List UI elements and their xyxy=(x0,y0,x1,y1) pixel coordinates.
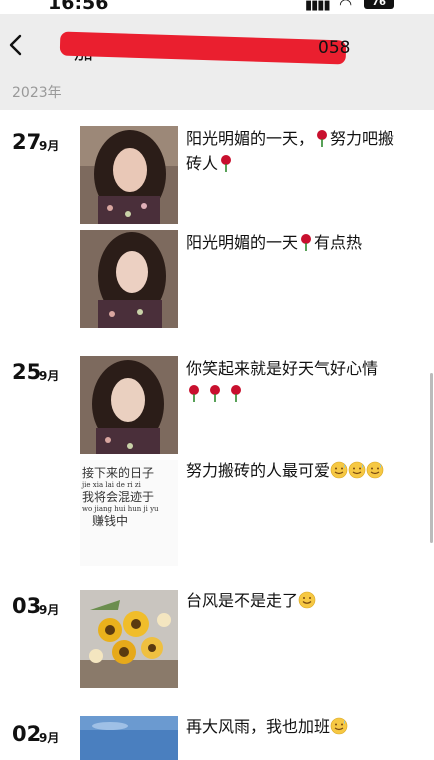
image-line: 我将会混迹于 xyxy=(82,490,155,504)
post-day: 25 xyxy=(12,360,42,384)
post-photo[interactable] xyxy=(80,590,178,688)
post-month: 9月 xyxy=(39,603,60,617)
post-text: 努力搬砖的人最可爱 xyxy=(186,458,410,483)
post-text-part: 有点热 xyxy=(314,233,363,252)
rose-emoji-icon xyxy=(231,385,242,402)
sweat-smile-emoji-icon xyxy=(348,461,366,479)
post-text-image[interactable]: 接下来的日子 jie xia lai de ri zi 我将会混迹于 wo ji… xyxy=(80,460,178,566)
post-day: 27 xyxy=(12,130,42,154)
post-month: 9月 xyxy=(39,369,60,383)
nav-bar: 加 058 xyxy=(0,14,434,72)
battery-icon: 76 xyxy=(364,0,394,9)
post-text: 台风是不是走了 xyxy=(186,588,410,613)
post-day: 03 xyxy=(12,594,42,618)
sweat-smile-emoji-icon xyxy=(366,461,384,479)
post-month: 9月 xyxy=(39,731,60,745)
post-text-part: 阳光明媚的一天 xyxy=(186,233,299,252)
post-text-part: 你笑起来就是好天气好心情 xyxy=(186,359,379,378)
sweat-smile-emoji-icon xyxy=(330,717,348,735)
redaction-mark xyxy=(59,31,347,65)
post-day: 02 xyxy=(12,722,42,746)
status-time: 16:56 xyxy=(48,0,109,14)
post-text: 再大风雨，我也加班 xyxy=(186,714,410,739)
sweat-smile-emoji-icon xyxy=(330,461,348,479)
rose-emoji-icon xyxy=(189,385,199,402)
rose-emoji-icon xyxy=(301,234,312,251)
wifi-icon: ◠ xyxy=(339,0,353,13)
post-month: 9月 xyxy=(39,139,60,153)
post-text: 阳光明媚的一天 有点热 xyxy=(186,230,410,255)
post-text: 阳光明媚的一天， 努力吧搬砖人 xyxy=(186,126,410,176)
post-text-part: 努力搬砖的人最可爱 xyxy=(186,461,331,480)
post-photo[interactable] xyxy=(80,126,178,224)
post-text: 你笑起来就是好天气好心情 xyxy=(186,356,410,406)
status-bar: 16:56 ▮▮▮▮ ◠ 76 xyxy=(0,0,434,14)
image-line: 赚钱中 xyxy=(92,514,129,528)
image-line: jie xia lai de ri zi xyxy=(82,481,141,489)
post-text-part: 再大风雨，我也加班 xyxy=(186,717,331,736)
post-text-part: 阳光明媚的一天， xyxy=(186,129,315,148)
post-text-part: 台风是不是走了 xyxy=(186,591,299,610)
year-header: 2023年 xyxy=(0,72,434,110)
smile-emoji-icon xyxy=(298,591,316,609)
rose-emoji-icon xyxy=(317,130,328,147)
nav-title-suffix: 058 xyxy=(318,38,351,58)
post-photo[interactable] xyxy=(80,230,178,328)
signal-icon: ▮▮▮▮ xyxy=(305,0,331,13)
post-photo[interactable] xyxy=(80,716,178,760)
battery-level: 76 xyxy=(372,0,386,8)
scrollbar[interactable] xyxy=(430,373,433,543)
rose-emoji-icon xyxy=(210,385,221,402)
back-arrow-icon[interactable] xyxy=(8,34,24,61)
rose-emoji-icon xyxy=(221,155,232,172)
year-label: 2023年 xyxy=(12,85,62,101)
image-line: wo jiang hui hun ji yu xyxy=(82,505,159,513)
post-photo[interactable] xyxy=(80,356,178,454)
moments-feed: 27 9月 阳光明媚的一天， 努力吧搬砖人 阳光明媚的一天 有点热 25 9月 … xyxy=(0,110,434,760)
image-line: 接下来的日子 xyxy=(82,466,155,480)
